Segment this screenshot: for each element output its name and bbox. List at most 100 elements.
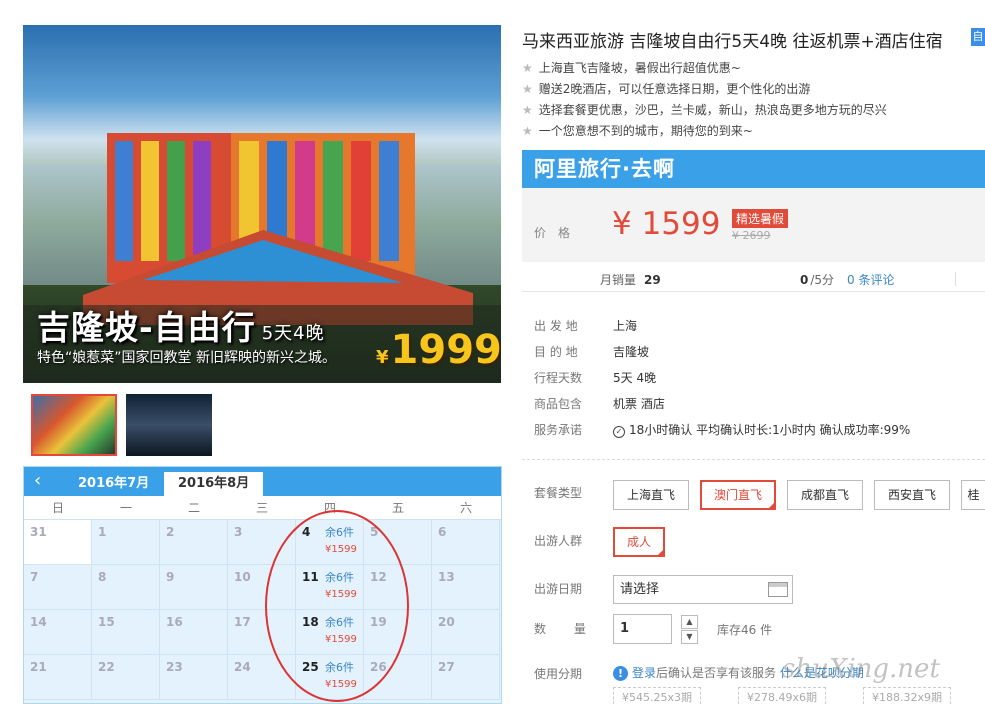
day-number: 14	[30, 615, 47, 629]
traveler-option-adult[interactable]: 成人	[613, 527, 665, 557]
day-number: 7	[30, 570, 39, 584]
calendar-grid: 31 1 2 3 4 余6件 ¥1599 5 6 7 8 9 10 11 余6件 ¥1599 12 13 14 15 1…	[24, 520, 501, 700]
star-icon: ★	[522, 103, 533, 117]
calendar-day: 8	[92, 565, 160, 610]
feature-item: ★ 上海直飞吉隆坡，暑假出行超值优惠~	[522, 61, 741, 75]
star-icon: ★	[522, 82, 533, 96]
package-option-xian[interactable]: 西安直飞	[874, 480, 950, 510]
traveler-type-label: 出游人群	[534, 534, 583, 548]
calendar-day: 27	[432, 655, 500, 700]
calendar-day: 16	[160, 610, 228, 655]
travel-date-input[interactable]: 请选择	[613, 575, 793, 604]
package-option-gui[interactable]: 桂	[961, 480, 985, 510]
day-number: 27	[438, 660, 455, 674]
price-label: 价格	[534, 226, 583, 240]
day-number: 10	[234, 570, 251, 584]
site-watermark: shuXing.net	[782, 654, 940, 684]
quantity-label: 数 量	[534, 622, 598, 636]
highlight-oval-annotation	[265, 510, 409, 702]
calendar-day: 7	[24, 565, 92, 610]
calendar-day: 20	[432, 610, 500, 655]
package-option-chengdu[interactable]: 成都直飞	[787, 480, 863, 510]
sales-stats: 月销量 29 0/5分 0 条评论	[522, 266, 985, 292]
product-main-image: 吉隆坡-自由行 5天4晚 特色“娘惹菜”国家回教堂 新旧辉映的新兴之城。 ¥199…	[23, 25, 501, 383]
installment-plan-9[interactable]: ¥188.32x9期	[863, 687, 951, 704]
installment-plan-3[interactable]: ¥545.25x3期	[613, 687, 701, 704]
day-number: 24	[234, 660, 251, 674]
package-option-shanghai[interactable]: 上海直飞	[613, 480, 689, 510]
package-type-label: 套餐类型	[534, 486, 583, 500]
star-icon: ★	[522, 124, 533, 138]
hero-caption: 吉隆坡-自由行 5天4晚	[37, 308, 325, 347]
calendar-icon[interactable]	[768, 582, 788, 597]
info-row-destination: 目 的 地吉隆坡	[534, 345, 650, 359]
day-number: 8	[98, 570, 107, 584]
prev-month-icon[interactable]: ‹	[34, 470, 41, 491]
star-icon: ★	[522, 61, 533, 75]
feature-item: ★ 赠送2晚酒店，可以任意选择日期，更个性化的出游	[522, 82, 811, 96]
calendar-day: 23	[160, 655, 228, 700]
tab-month-august[interactable]: 2016年8月	[164, 472, 264, 496]
installment-plan-6[interactable]: ¥278.49x6期	[738, 687, 826, 704]
day-number: 22	[98, 660, 115, 674]
calendar-day: 1	[92, 520, 160, 565]
quantity-decrease-button[interactable]: ▼	[681, 630, 698, 644]
info-row-service: 服务承诺 ✓ 18小时确认 平均确认时长:1小时内 确认成功率:99%	[534, 423, 911, 438]
calendar-day: 14	[24, 610, 92, 655]
day-number: 2	[166, 525, 175, 539]
divider	[955, 272, 956, 286]
stock-text: 库存46 件	[717, 623, 773, 637]
original-price: ¥ 2699	[732, 229, 771, 242]
day-number: 9	[166, 570, 175, 584]
calendar-month-tabs: ‹ 2016年7月 2016年8月	[24, 467, 501, 496]
weekday-label: 二	[187, 501, 200, 515]
title-badge: 自	[971, 28, 985, 46]
weekday-label: 三	[255, 501, 268, 515]
calendar-day: 21	[24, 655, 92, 700]
info-row-departure: 出 发 地上海	[534, 319, 638, 333]
info-row-duration: 行程天数 5天 4晚	[534, 371, 657, 385]
reviews-link[interactable]: 0 条评论	[847, 271, 894, 288]
hero-subtitle: 特色“娘惹菜”国家回教堂 新旧辉映的新兴之城。	[37, 350, 336, 366]
thumbnail-1[interactable]	[31, 394, 117, 456]
monthly-sales: 月销量 29	[600, 273, 661, 287]
calendar-day: 22	[92, 655, 160, 700]
weekday-label: 一	[119, 501, 132, 515]
day-number: 21	[30, 660, 47, 674]
login-link[interactable]: 登录	[632, 666, 656, 680]
day-number: 17	[234, 615, 251, 629]
departure-calendar: ‹ 2016年7月 2016年8月 日一二三四五六 31 1 2 3 4 余6件 ¥1599…	[23, 466, 502, 704]
product-title: 马来西亚旅游 吉隆坡自由行5天4晚 往返机票+酒店住宿	[522, 32, 943, 52]
day-number: 20	[438, 615, 455, 629]
price-box: 价格 ¥ 1599 精选暑假 ¥ 2699	[522, 188, 985, 262]
current-price: ¥ 1599	[612, 206, 721, 242]
thumbnail-2[interactable]	[126, 394, 212, 456]
hero-price: ¥1999起	[376, 327, 501, 373]
info-icon: !	[613, 666, 628, 681]
travel-date-label: 出游日期	[534, 582, 583, 596]
calendar-day: 9	[160, 565, 228, 610]
day-number: 6	[438, 525, 447, 539]
calendar-day: 31	[24, 520, 92, 565]
day-number: 31	[30, 525, 47, 539]
weekday-label: 日	[51, 501, 64, 515]
day-number: 13	[438, 570, 455, 584]
tab-month-july[interactable]: 2016年7月	[64, 472, 163, 496]
quantity-increase-button[interactable]: ▲	[681, 615, 698, 629]
calendar-day: 15	[92, 610, 160, 655]
day-number: 15	[98, 615, 115, 629]
day-number: 16	[166, 615, 183, 629]
alitrip-banner: 阿里旅行·去啊	[522, 150, 985, 188]
calendar-weekdays: 日一二三四五六	[24, 496, 501, 520]
calendar-day: 13	[432, 565, 500, 610]
quantity-input[interactable]: 1	[613, 614, 672, 644]
section-divider	[522, 459, 985, 460]
calendar-day: 6	[432, 520, 500, 565]
package-option-macau[interactable]: 澳门直飞	[700, 480, 776, 510]
weekday-label: 五	[391, 501, 404, 515]
feature-item: ★ 一个您意想不到的城市，期待您的到来~	[522, 124, 753, 138]
day-number: 1	[98, 525, 107, 539]
rating-score: 0/5分	[800, 273, 835, 287]
day-number: 3	[234, 525, 243, 539]
check-circle-icon: ✓	[613, 426, 625, 438]
